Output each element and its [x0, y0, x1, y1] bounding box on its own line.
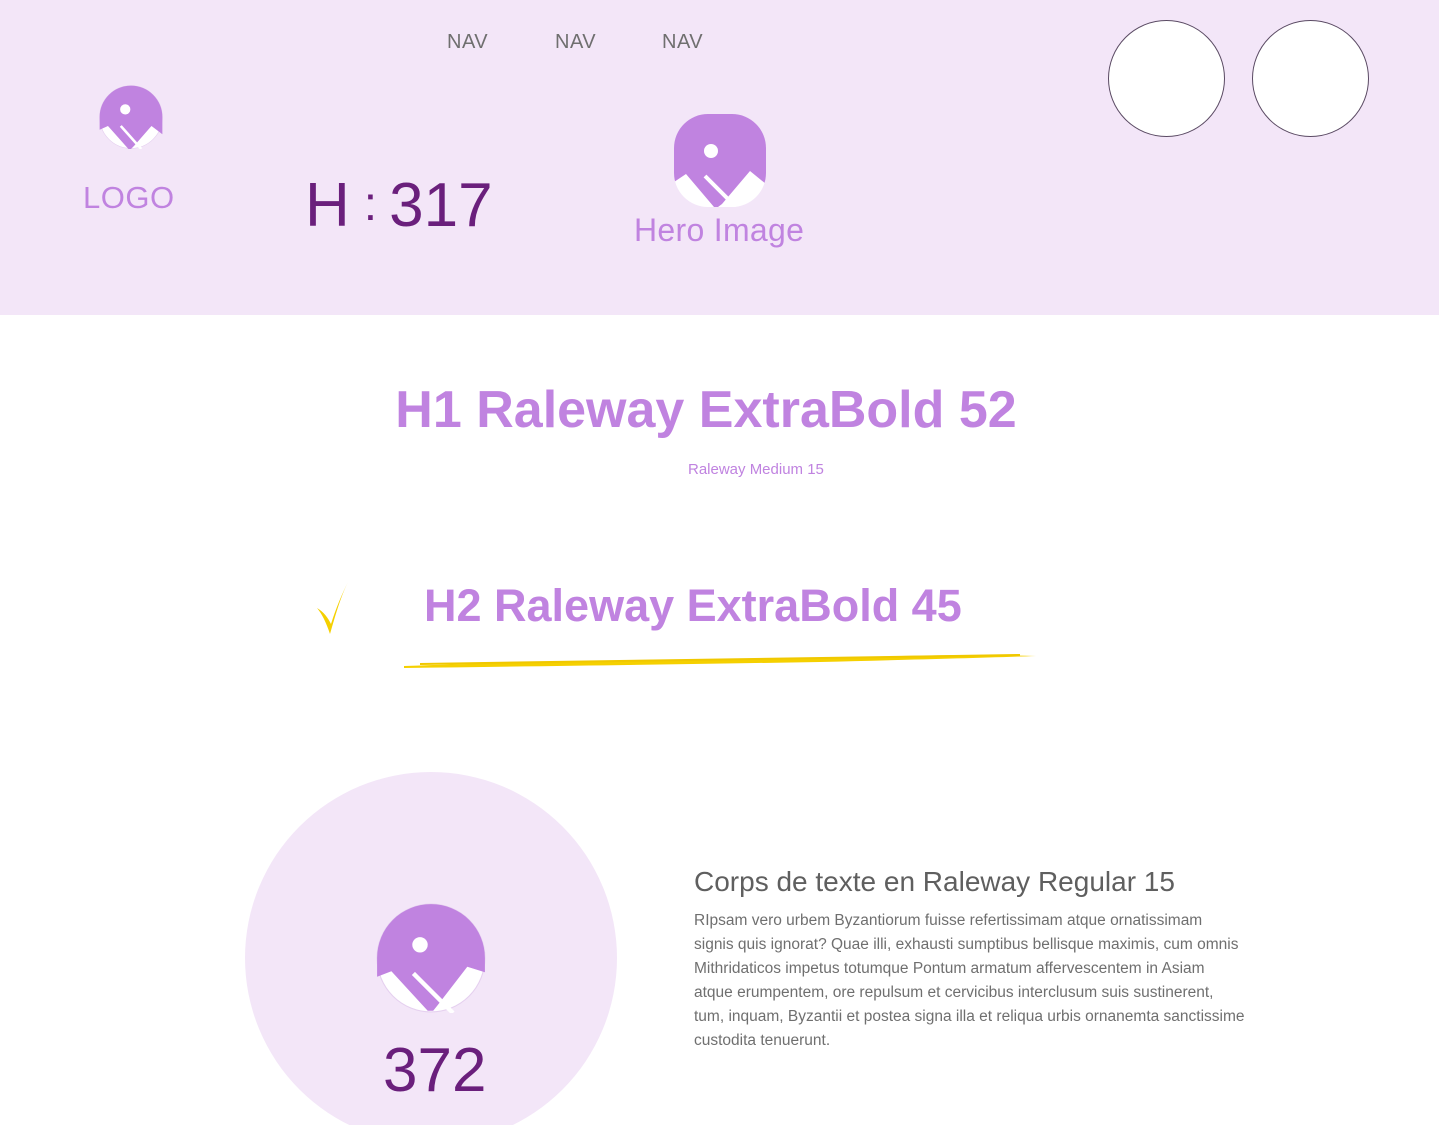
- h1-heading: H1 Raleway ExtraBold 52: [395, 381, 1017, 439]
- height-label: H: [305, 171, 350, 240]
- circle-button-2[interactable]: [1252, 20, 1369, 137]
- hero-section: LOGO NAV NAV NAV H:317 Hero Image: [0, 0, 1439, 315]
- hero-height-annotation: H:317: [305, 170, 493, 241]
- check-icon: [317, 582, 348, 634]
- logo-image-icon: [99, 85, 163, 149]
- nav-item-1[interactable]: NAV: [447, 31, 488, 54]
- brush-underline: [404, 654, 1036, 668]
- h1-subtitle: Raleway Medium 15: [688, 461, 824, 478]
- feature-circle-size: 372: [383, 1036, 487, 1105]
- feature-image-icon: [376, 903, 486, 1013]
- body-text: RIpsam vero urbem Byzantiorum fuisse ref…: [694, 912, 1245, 1049]
- height-value: 317: [389, 171, 493, 240]
- height-colon: :: [363, 178, 378, 231]
- circle-button-1[interactable]: [1108, 20, 1225, 137]
- nav-item-3[interactable]: NAV: [662, 31, 703, 54]
- nav-item-2[interactable]: NAV: [555, 31, 596, 54]
- hero-image-icon: [674, 114, 766, 207]
- body-title: Corps de texte en Raleway Regular 15: [694, 866, 1175, 897]
- hero-image-label: Hero Image: [634, 212, 805, 248]
- h2-heading: H2 Raleway ExtraBold 45: [424, 580, 962, 631]
- logo-label[interactable]: LOGO: [83, 180, 175, 216]
